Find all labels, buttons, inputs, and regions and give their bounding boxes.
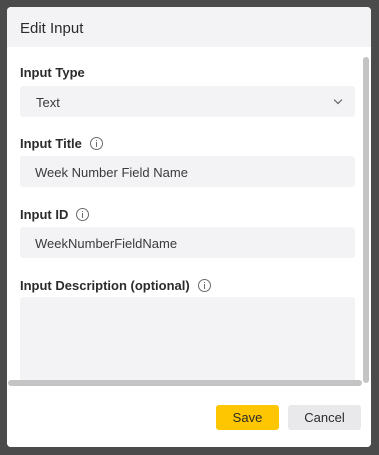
edit-input-dialog: Edit Input Input Type Text Input Title W…: [7, 7, 371, 447]
chevron-down-icon: [333, 95, 343, 105]
input-title-label: Input Title: [20, 136, 103, 151]
input-id-label-text: Input ID: [20, 207, 69, 222]
dialog-footer: Save Cancel: [7, 392, 371, 447]
input-id-field[interactable]: WeekNumberFieldName: [20, 227, 355, 258]
input-description-textarea[interactable]: [20, 297, 355, 385]
input-type-value: Text: [36, 95, 60, 110]
input-title-label-text: Input Title: [20, 136, 82, 151]
input-description-label: Input Description (optional): [20, 278, 211, 293]
input-title-field[interactable]: Week Number Field Name: [20, 156, 355, 187]
input-description-label-text: Input Description (optional): [20, 278, 190, 293]
input-type-select[interactable]: Text: [20, 86, 355, 117]
info-icon[interactable]: [89, 137, 103, 150]
horizontal-scrollbar[interactable]: [8, 380, 362, 386]
input-type-label-text: Input Type: [20, 65, 85, 80]
info-icon[interactable]: [197, 279, 211, 292]
vertical-scrollbar-thumb[interactable]: [363, 57, 369, 383]
info-icon[interactable]: [76, 208, 90, 221]
dialog-title: Edit Input: [20, 20, 84, 37]
vertical-scrollbar[interactable]: [363, 49, 369, 383]
input-id-value: WeekNumberFieldName: [35, 236, 178, 251]
input-id-label: Input ID: [20, 207, 90, 222]
input-title-value: Week Number Field Name: [35, 165, 188, 180]
dialog-header: Edit Input: [7, 7, 371, 47]
dialog-body: Input Type Text Input Title Week Number …: [7, 47, 371, 385]
input-type-label: Input Type: [20, 65, 85, 80]
cancel-button[interactable]: Cancel: [288, 405, 361, 430]
save-button[interactable]: Save: [216, 405, 279, 430]
